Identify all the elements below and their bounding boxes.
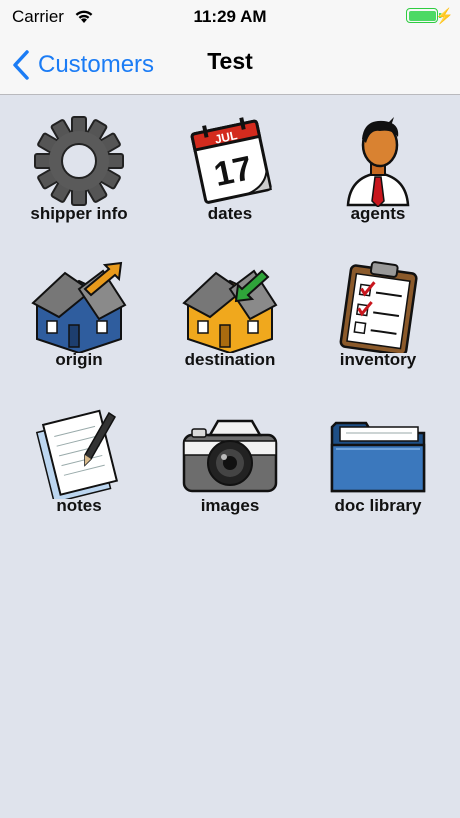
person-icon [346,117,410,207]
tile-label: notes [56,496,102,515]
status-bar: Carrier 11:29 AM ⚡ [0,0,460,36]
charging-bolt-icon: ⚡ [435,8,454,25]
tile-notes[interactable]: notes [4,387,154,517]
navigation-bar: Customers Test [0,36,460,95]
clipboard-icon [339,261,418,353]
calendar-icon: JUL 17 [190,117,272,204]
tile-doc-library[interactable]: doc library [303,387,453,517]
house-origin-icon [31,261,127,353]
tile-destination[interactable]: destination [155,241,305,371]
tile-inventory[interactable]: inventory [303,241,453,371]
folder-icon [330,421,426,493]
page-title: Test [207,48,253,74]
tile-images[interactable]: images [155,387,305,517]
notepad-icon [35,409,119,499]
tile-label: images [200,496,260,515]
tile-label: agents [350,204,406,223]
gear-icon [34,116,124,206]
tile-label: doc library [334,496,422,515]
tile-label: dates [207,204,253,223]
battery-icon [406,8,438,23]
tile-origin[interactable]: origin [4,241,154,371]
tile-label: shipper info [30,204,128,223]
tile-shipper-info[interactable]: shipper info [4,95,154,225]
calendar-day: 17 [211,149,256,194]
tile-dates[interactable]: JUL 17 dates [155,95,305,225]
status-time: 11:29 AM [193,7,267,26]
tile-agents[interactable]: agents [303,95,453,225]
house-destination-icon [182,269,278,353]
tile-label: origin [55,350,103,369]
tile-label: inventory [339,350,417,369]
tile-label: destination [184,350,276,369]
camera-icon [182,419,278,493]
